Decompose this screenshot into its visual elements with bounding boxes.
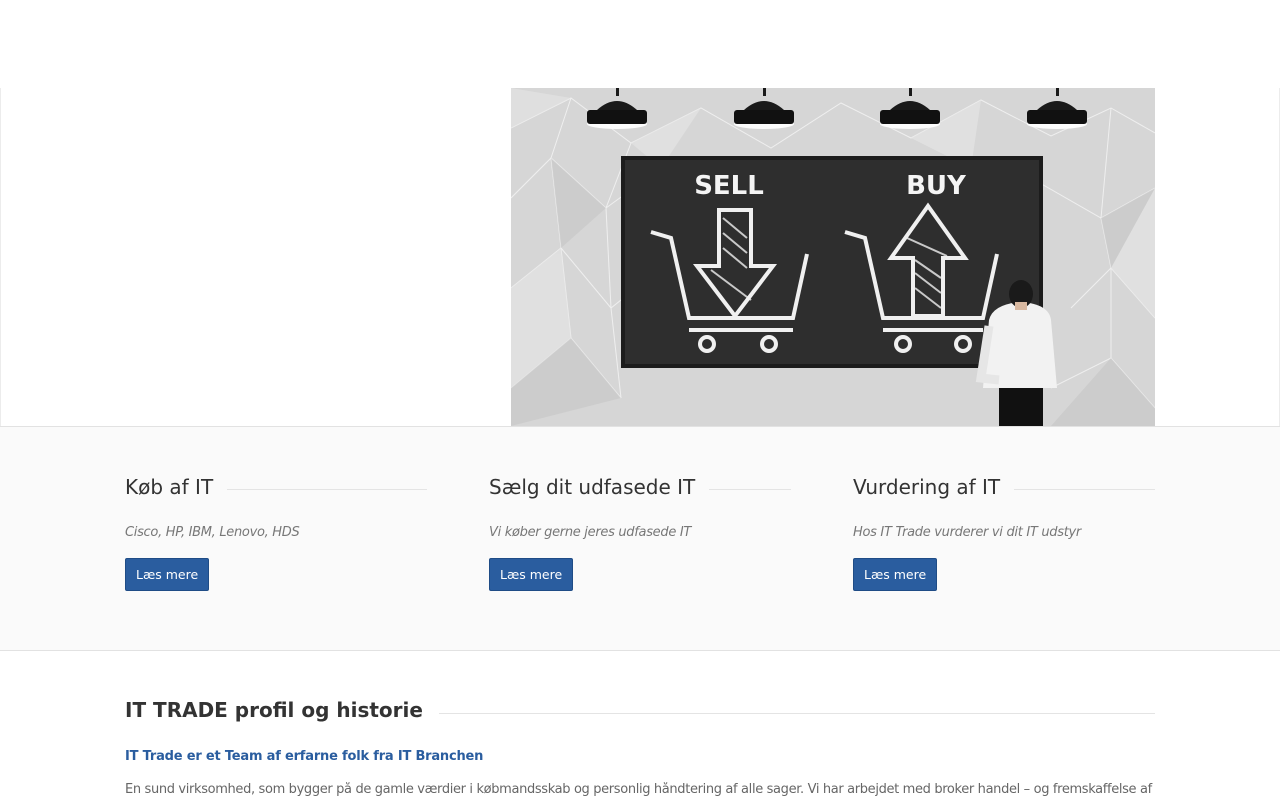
- feature-subtitle: Vi køber gerne jeres udfasede IT: [489, 525, 692, 540]
- profile-section: IT TRADE profil og historie IT Trade er …: [125, 698, 1155, 797]
- feature-card-valuation: Vurdering af IT Hos IT Trade vurderer vi…: [853, 475, 1155, 591]
- site-header: [0, 0, 1280, 88]
- feature-heading-row: Sælg dit udfasede IT: [489, 475, 791, 503]
- feature-subtitle: Cisco, HP, IBM, Lenovo, HDS: [125, 525, 300, 540]
- feature-title: Køb af IT: [125, 475, 228, 499]
- feature-title: Vurdering af IT: [853, 475, 1015, 499]
- profile-body-text: En sund virksomhed, som bygger på de gam…: [125, 782, 1155, 797]
- read-more-button[interactable]: Læs mere: [125, 558, 210, 591]
- feature-card-sell: Sælg dit udfasede IT Vi køber gerne jere…: [489, 475, 791, 591]
- feature-subtitle: Hos IT Trade vurderer vi dit IT udstyr: [853, 525, 1081, 540]
- feature-heading-row: Vurdering af IT: [853, 475, 1155, 503]
- read-more-button[interactable]: Læs mere: [489, 558, 574, 591]
- hero-border-left: [0, 88, 1, 426]
- feature-heading-row: Køb af IT: [125, 475, 427, 503]
- buy-label: BUY: [906, 171, 967, 201]
- profile-heading-row: IT TRADE profil og historie: [125, 698, 1155, 726]
- feature-card-buy: Køb af IT Cisco, HP, IBM, Lenovo, HDS Læ…: [125, 475, 427, 591]
- hero-image-sell-buy: SELL BUY: [511, 88, 1155, 426]
- hero-section: SELL BUY: [0, 88, 1280, 427]
- read-more-button[interactable]: Læs mere: [853, 558, 938, 591]
- features-section: Køb af IT Cisco, HP, IBM, Lenovo, HDS Læ…: [0, 427, 1280, 651]
- sell-label: SELL: [694, 171, 764, 201]
- feature-title: Sælg dit udfasede IT: [489, 475, 710, 499]
- profile-lead: IT Trade er et Team af erfarne folk fra …: [125, 749, 484, 764]
- profile-title: IT TRADE profil og historie: [125, 698, 439, 722]
